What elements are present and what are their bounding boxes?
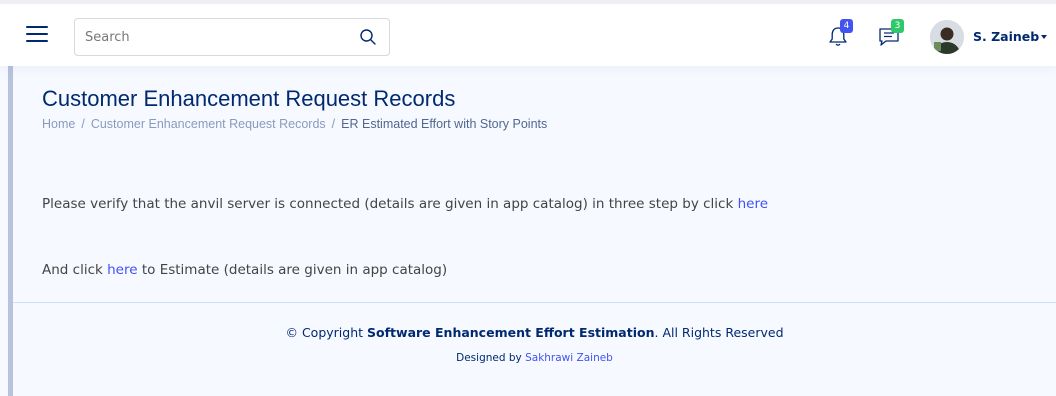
- copyright-suffix: . All Rights Reserved: [654, 325, 784, 340]
- estimate-message: And click here to Estimate (details are …: [42, 262, 447, 278]
- search-icon[interactable]: [359, 28, 377, 46]
- notifications-badge: 4: [840, 19, 853, 33]
- breadcrumb-records[interactable]: Customer Enhancement Request Records: [91, 117, 326, 131]
- notifications-button[interactable]: 4: [828, 19, 853, 48]
- main-content: Customer Enhancement Request Records Hom…: [13, 66, 1056, 302]
- breadcrumb: Home / Customer Enhancement Request Record…: [42, 117, 547, 131]
- estimate-here-link[interactable]: here: [107, 262, 137, 278]
- estimate-prefix: And click: [42, 262, 103, 278]
- footer: © Copyright Software Enhancement Effort …: [13, 302, 1056, 396]
- estimate-suffix: to Estimate (details are given in app ca…: [141, 262, 448, 278]
- designer-link[interactable]: Sakhrawi Zaineb: [525, 352, 613, 364]
- search-input[interactable]: [75, 19, 345, 55]
- copyright-prefix: © Copyright: [285, 325, 364, 340]
- copyright: © Copyright Software Enhancement Effort …: [13, 325, 1056, 340]
- menu-toggle-icon[interactable]: [26, 26, 48, 42]
- verify-message: Please verify that the anvil server is c…: [42, 196, 768, 212]
- copyright-name: Software Enhancement Effort Estimation: [367, 325, 655, 340]
- messages-badge: 3: [891, 19, 904, 33]
- page-title: Customer Enhancement Request Records: [42, 86, 456, 111]
- messages-button[interactable]: 3: [878, 19, 904, 48]
- breadcrumb-separator: /: [331, 117, 336, 131]
- verify-text: Please verify that the anvil server is c…: [42, 196, 734, 212]
- designed-by-label: Designed by: [456, 352, 522, 364]
- breadcrumb-current: ER Estimated Effort with Story Points: [341, 117, 548, 131]
- caret-down-icon: [1041, 35, 1047, 39]
- credits: Designed by Sakhrawi Zaineb: [13, 352, 1056, 364]
- profile-name: S. Zaineb: [973, 29, 1040, 44]
- breadcrumb-home[interactable]: Home: [42, 117, 75, 131]
- search-bar: [74, 18, 390, 56]
- breadcrumb-separator: /: [81, 117, 85, 131]
- verify-here-link[interactable]: here: [738, 196, 768, 212]
- top-header: 4 3 S. Zaineb: [0, 0, 1056, 66]
- avatar: [930, 20, 964, 54]
